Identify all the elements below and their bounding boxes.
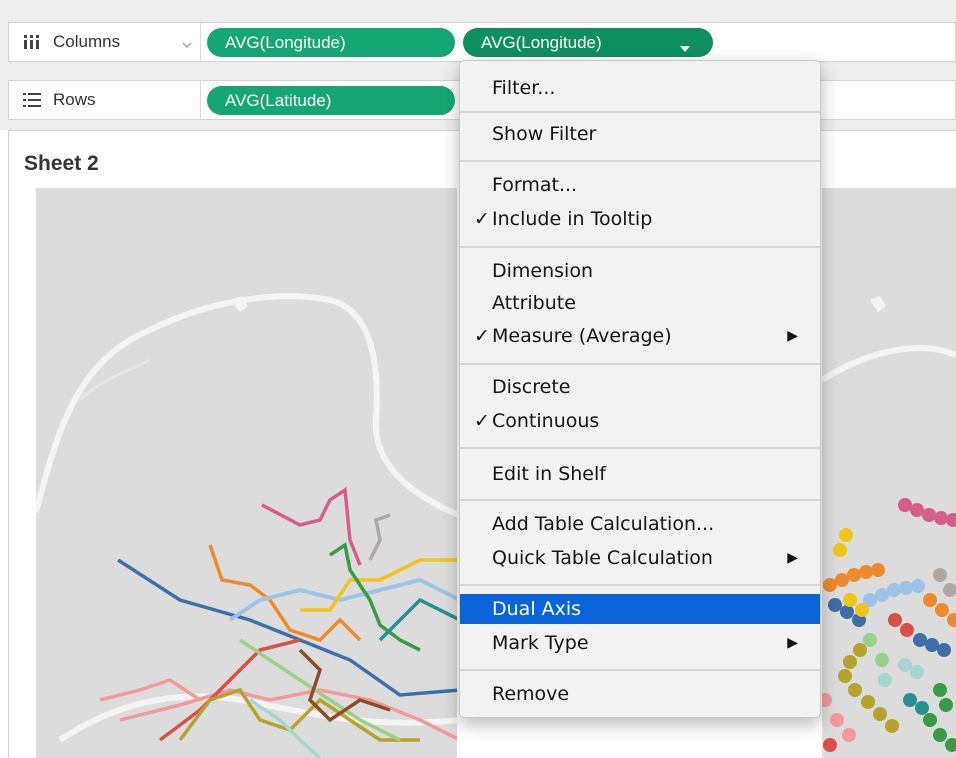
menu-separator [460,499,820,501]
menu-item-dimension[interactable]: Dimension [460,256,820,286]
menu-item-label: Remove [492,683,570,705]
menu-item-label: Continuous [492,410,600,432]
menu-item-measure[interactable]: ✓ Measure (Average) ▶ [460,321,820,351]
menu-separator [460,447,820,449]
menu-item-filter[interactable]: Filter... [460,73,820,103]
menu-item-quick-table-calculation[interactable]: Quick Table Calculation ▶ [460,543,820,573]
menu-item-mark-type[interactable]: Mark Type ▶ [460,628,820,658]
menu-item-include-in-tooltip[interactable]: ✓ Include in Tooltip [460,204,820,234]
menu-item-edit-in-shelf[interactable]: Edit in Shelf [460,459,820,489]
submenu-arrow-icon: ▶ [787,550,798,566]
menu-item-remove[interactable]: Remove [460,679,820,709]
checkmark-icon: ✓ [474,325,490,347]
menu-item-dual-axis[interactable]: Dual Axis [460,594,820,624]
menu-item-label: Dual Axis [492,598,582,620]
menu-separator [460,111,820,113]
menu-separator [460,669,820,671]
menu-item-label: Attribute [492,292,576,314]
menu-item-show-filter[interactable]: Show Filter [460,119,820,149]
submenu-arrow-icon: ▶ [787,328,798,344]
menu-item-label: Quick Table Calculation [492,547,713,569]
menu-separator [460,246,820,248]
menu-item-label: Format... [492,174,578,196]
menu-item-label: Filter... [492,77,556,99]
menu-item-format[interactable]: Format... [460,170,820,200]
menu-item-label: Include in Tooltip [492,208,653,230]
menu-item-discrete[interactable]: Discrete [460,372,820,402]
menu-item-label: Show Filter [492,123,597,145]
menu-item-label: Dimension [492,260,593,282]
submenu-arrow-icon: ▶ [787,635,798,651]
checkmark-icon: ✓ [474,410,490,432]
menu-item-label: Measure (Average) [492,325,672,347]
menu-separator [460,160,820,162]
menu-item-add-table-calculation[interactable]: Add Table Calculation... [460,509,820,539]
menu-item-continuous[interactable]: ✓ Continuous [460,406,820,436]
menu-item-attribute[interactable]: Attribute [460,288,820,318]
line-map-pane[interactable] [36,188,470,758]
menu-separator [460,584,820,586]
menu-item-label: Add Table Calculation... [492,513,715,535]
menu-separator [460,363,820,365]
pill-context-menu[interactable]: Filter... Show Filter Format... ✓ Includ… [459,60,821,718]
menu-item-label: Discrete [492,376,571,398]
menu-item-label: Mark Type [492,632,589,654]
menu-item-label: Edit in Shelf [492,463,606,485]
checkmark-icon: ✓ [474,208,490,230]
